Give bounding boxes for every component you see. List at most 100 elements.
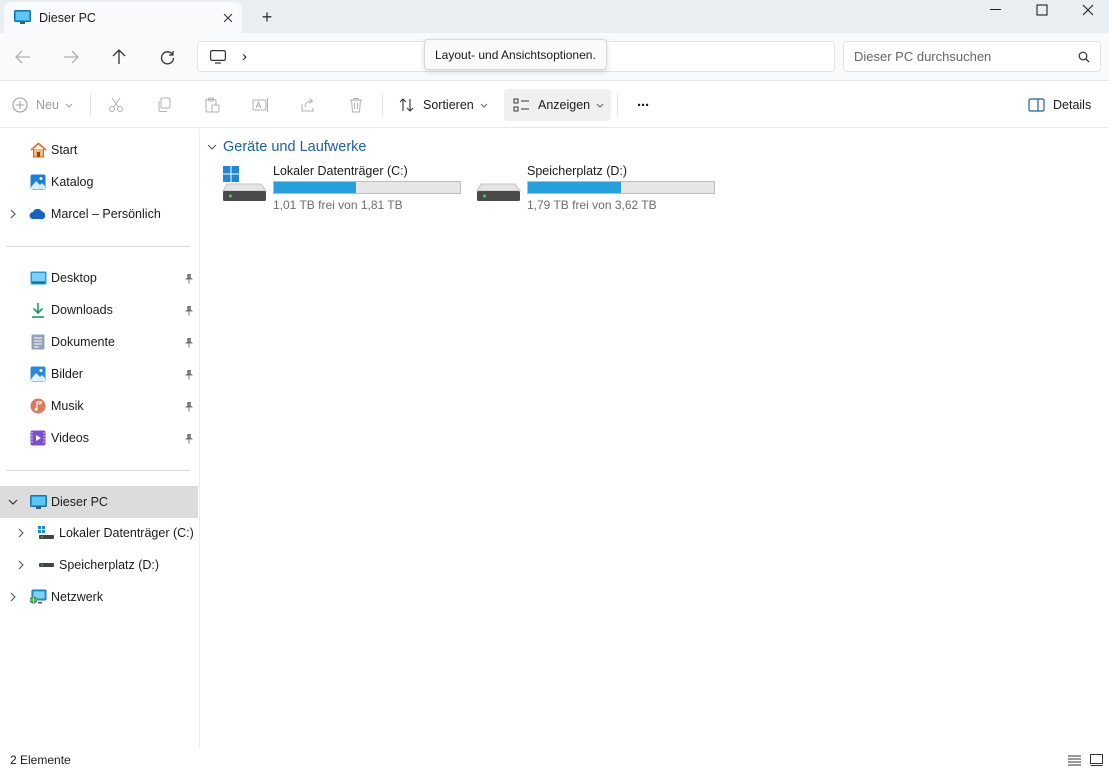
maximize-button[interactable] [1019, 0, 1065, 20]
sidebar-item-label: Marcel – Persönlich [51, 207, 161, 221]
sidebar-item-label: Musik [51, 399, 84, 413]
tab-title: Dieser PC [39, 10, 96, 25]
rename-icon [252, 98, 268, 112]
back-button[interactable] [7, 41, 39, 73]
tab-dieser-pc[interactable]: Dieser PC [4, 2, 242, 33]
new-tab-button[interactable]: + [254, 4, 280, 30]
home-icon [29, 141, 47, 159]
details-view-icon[interactable] [1066, 752, 1082, 768]
item-count: 2 Elemente [10, 753, 71, 767]
paste-icon [205, 97, 220, 113]
tiles-view-icon[interactable] [1088, 752, 1104, 768]
chevron-down-icon[interactable] [7, 496, 19, 508]
cut-button[interactable] [108, 89, 124, 121]
sidebar-item-netzwerk[interactable]: Netzwerk [0, 582, 198, 612]
sidebar-item-musik[interactable]: Musik [0, 391, 198, 421]
sidebar-item-videos[interactable]: Videos [0, 423, 198, 453]
group-title: Geräte und Laufwerke [223, 139, 367, 155]
sidebar-item-label: Lokaler Datenträger (C:) [59, 526, 194, 540]
title-bar: Dieser PC + [0, 0, 1109, 33]
pictures-icon [29, 365, 47, 383]
desktop-icon [29, 269, 47, 287]
pin-icon[interactable] [183, 272, 195, 284]
sidebar-item-dieser-pc[interactable]: Dieser PC [0, 486, 198, 518]
close-tab-icon[interactable] [214, 4, 242, 32]
scissors-icon [109, 97, 123, 112]
plus-icon: + [261, 6, 273, 27]
sidebar-item-katalog[interactable]: Katalog [0, 167, 198, 197]
share-button[interactable] [300, 89, 316, 121]
chevron-down-icon [480, 103, 488, 108]
search-input[interactable] [854, 49, 1078, 64]
computer-icon [14, 10, 31, 25]
computer-outline-icon [210, 49, 226, 64]
refresh-button[interactable] [151, 41, 183, 73]
sort-icon [399, 98, 414, 112]
sidebar-item-dokumente[interactable]: Dokumente [0, 327, 198, 357]
view-label: Anzeigen [538, 98, 591, 112]
gallery-icon [29, 173, 47, 191]
breadcrumb-separator[interactable]: › [242, 48, 247, 65]
chevron-right-icon[interactable] [7, 208, 19, 220]
pin-icon[interactable] [183, 368, 195, 380]
download-icon [29, 301, 47, 319]
more-icon: ··· [637, 96, 650, 114]
view-layout-icon [513, 98, 529, 112]
up-button[interactable] [103, 41, 135, 73]
command-bar: Neu Sortieren Anzeigen ··· Details [0, 82, 1109, 128]
details-button[interactable]: Details [1028, 89, 1091, 121]
sidebar-item-label: Downloads [51, 303, 113, 317]
videos-icon [29, 429, 47, 447]
drive-name: Lokaler Datenträger (C:) [273, 164, 408, 178]
drive-tile-d[interactable]: Speicherplatz (D:) 1,79 TB frei von 3,62… [476, 163, 726, 213]
pin-icon[interactable] [183, 432, 195, 444]
refresh-icon [160, 50, 174, 64]
paste-button[interactable] [204, 89, 220, 121]
forward-button[interactable] [55, 41, 87, 73]
new-button[interactable]: Neu [12, 89, 73, 121]
close-window-button[interactable] [1065, 0, 1109, 20]
delete-button[interactable] [348, 89, 364, 121]
pin-icon[interactable] [183, 336, 195, 348]
minimize-button[interactable] [973, 0, 1019, 20]
view-button[interactable]: Anzeigen [504, 89, 611, 121]
arrow-left-icon [15, 50, 30, 64]
sidebar-item-desktop[interactable]: Desktop [0, 263, 198, 293]
sidebar-item-bilder[interactable]: Bilder [0, 359, 198, 389]
sidebar-item-label: Videos [51, 431, 89, 445]
sort-button[interactable]: Sortieren [399, 89, 488, 121]
copy-button[interactable] [156, 89, 172, 121]
sidebar-item-onedrive[interactable]: Marcel – Persönlich [0, 199, 198, 229]
drive-tile-c[interactable]: Lokaler Datenträger (C:) 1,01 TB frei vo… [222, 163, 472, 213]
drive-name: Speicherplatz (D:) [527, 164, 628, 178]
separator [617, 94, 618, 116]
share-icon [301, 98, 314, 112]
plus-circle-icon [12, 97, 28, 113]
arrow-right-icon [64, 50, 79, 64]
drive-free-space: 1,79 TB frei von 3,62 TB [527, 198, 657, 212]
pin-icon[interactable] [183, 400, 195, 412]
more-options-button[interactable]: ··· [632, 89, 654, 121]
group-header[interactable]: Geräte und Laufwerke [207, 137, 366, 157]
drive-usage-bar [527, 181, 715, 194]
rename-button[interactable] [252, 89, 269, 121]
details-pane-icon [1028, 98, 1045, 112]
status-bar: 2 Elemente [0, 749, 1109, 770]
music-icon [29, 397, 47, 415]
chevron-down-icon [65, 103, 73, 108]
chevron-right-icon[interactable] [15, 559, 27, 571]
document-icon [29, 333, 47, 351]
chevron-right-icon[interactable] [7, 591, 19, 603]
sidebar-item-start[interactable]: Start [0, 135, 198, 165]
search-icon[interactable] [1078, 51, 1090, 63]
pin-icon[interactable] [183, 304, 195, 316]
drive-usage-fill [274, 182, 356, 193]
content-area: Geräte und Laufwerke Lokaler Datenträger… [201, 129, 1109, 749]
sidebar-item-downloads[interactable]: Downloads [0, 295, 198, 325]
chevron-right-icon[interactable] [15, 527, 27, 539]
sidebar-item-label: Dokumente [51, 335, 115, 349]
sidebar-item-drive-d[interactable]: Speicherplatz (D:) [0, 550, 198, 580]
sidebar-item-drive-c[interactable]: Lokaler Datenträger (C:) [0, 518, 198, 548]
search-box[interactable] [843, 41, 1101, 72]
system-drive-icon [37, 524, 55, 542]
